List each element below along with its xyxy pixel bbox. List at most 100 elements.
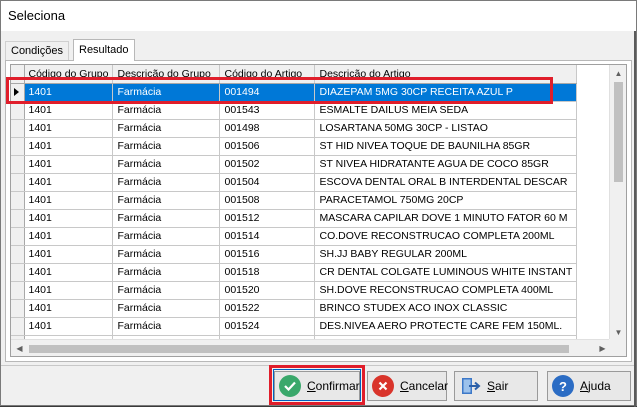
row-indicator[interactable] <box>11 317 25 336</box>
row-indicator[interactable] <box>11 191 25 210</box>
row-indicator[interactable] <box>11 119 25 138</box>
cell-descricao-artigo[interactable]: PARACETAMOL 750MG 20CP <box>314 191 578 210</box>
cell-codigo-grupo[interactable]: 1401 <box>24 317 114 336</box>
row-indicator[interactable] <box>11 281 25 300</box>
cell-codigo-grupo[interactable]: 1401 <box>24 263 114 282</box>
scroll-left-icon[interactable]: ◀ <box>11 340 28 356</box>
cancel-button[interactable]: Cancelar <box>367 371 448 401</box>
cell-codigo-artigo[interactable]: 001516 <box>219 245 316 264</box>
cell-descricao-artigo[interactable]: DIAZEPAM 5MG 30CP RECEITA AZUL P <box>314 83 578 102</box>
cell-codigo-grupo[interactable]: 1401 <box>24 209 114 228</box>
horizontal-scrollbar[interactable]: ◀ ▶ <box>11 339 611 356</box>
cell-codigo-artigo[interactable]: 001518 <box>219 263 316 282</box>
cell-descricao-artigo[interactable]: ST HID NIVEA TOQUE DE BAUNILHA 85GR <box>314 137 578 156</box>
cell-descricao-grupo[interactable]: Farmácia <box>112 281 221 300</box>
table-row[interactable]: 1401 Farmácia 001508 PARACETAMOL 750MG 20CP <box>11 191 578 210</box>
cell-codigo-artigo[interactable]: 001498 <box>219 119 316 138</box>
cell-descricao-grupo[interactable]: Farmácia <box>112 101 221 120</box>
column-header-descricao-grupo[interactable]: Descrição do Grupo <box>112 65 221 84</box>
horizontal-scroll-thumb[interactable] <box>29 345 569 353</box>
table-row[interactable]: 1401 Farmácia 001506 ST HID NIVEA TOQUE DE … <box>11 137 578 156</box>
cell-codigo-artigo[interactable]: 001506 <box>219 137 316 156</box>
cell-codigo-artigo[interactable]: 001522 <box>219 299 316 318</box>
cell-descricao-grupo[interactable]: Farmácia <box>112 209 221 228</box>
cell-codigo-grupo[interactable]: 1401 <box>24 83 114 102</box>
cell-codigo-grupo[interactable]: 1401 <box>24 191 114 210</box>
cell-codigo-grupo[interactable]: 1401 <box>24 281 114 300</box>
cell-codigo-artigo[interactable]: 001514 <box>219 227 316 246</box>
cell-descricao-grupo[interactable]: Farmácia <box>112 119 221 138</box>
cell-descricao-artigo[interactable]: CR DENTAL COLGATE LUMINOUS WHITE INSTANT <box>314 263 578 282</box>
cell-descricao-artigo[interactable]: SH.JJ BABY REGULAR 200ML <box>314 245 578 264</box>
tab-condicoes[interactable]: Condições <box>5 41 69 60</box>
cell-codigo-grupo[interactable]: 1401 <box>24 227 114 246</box>
cell-descricao-artigo[interactable]: ESMALTE DAILUS MEIA SEDA <box>314 101 578 120</box>
cell-codigo-grupo[interactable]: 1401 <box>24 245 114 264</box>
title-bar[interactable]: Seleciona <box>1 1 636 31</box>
column-header-codigo-artigo[interactable]: Código do Artigo <box>219 65 316 84</box>
table-row[interactable]: 1401 Farmácia 001520 SH.DOVE RECONSTRUCAO C… <box>11 281 578 300</box>
cell-codigo-artigo[interactable]: 001502 <box>219 155 316 174</box>
cell-codigo-artigo[interactable]: 001543 <box>219 101 316 120</box>
scroll-up-icon[interactable]: ▲ <box>610 65 626 82</box>
cell-descricao-grupo[interactable]: Farmácia <box>112 137 221 156</box>
cell-descricao-grupo[interactable]: Farmácia <box>112 245 221 264</box>
cell-descricao-grupo[interactable]: Farmácia <box>112 317 221 336</box>
row-indicator[interactable] <box>11 227 25 246</box>
table-row[interactable]: 1401 Farmácia 001522 BRINCO STUDEX ACO INOX… <box>11 299 578 318</box>
table-row[interactable]: 1401 Farmácia 001518 CR DENTAL COLGATE LUMI… <box>11 263 578 282</box>
row-indicator[interactable] <box>11 101 25 120</box>
row-indicator[interactable] <box>11 299 25 318</box>
cell-codigo-artigo[interactable]: 001494 <box>219 83 316 102</box>
column-header-codigo-grupo[interactable]: Código do Grupo <box>24 65 114 84</box>
table-row[interactable]: 1401 Farmácia 001543 ESMALTE DAILUS MEIA SE… <box>11 101 578 120</box>
cell-descricao-grupo[interactable]: Farmácia <box>112 263 221 282</box>
cell-codigo-grupo[interactable]: 1401 <box>24 137 114 156</box>
cell-codigo-artigo[interactable]: 001512 <box>219 209 316 228</box>
table-row[interactable]: 1401 Farmácia 001498 LOSARTANA 50MG 30CP - … <box>11 119 578 138</box>
cell-codigo-grupo[interactable]: 1401 <box>24 119 114 138</box>
cell-descricao-artigo[interactable]: BRINCO STUDEX ACO INOX CLASSIC <box>314 299 578 318</box>
vertical-scrollbar[interactable]: ▲ ▼ <box>609 65 626 341</box>
row-indicator[interactable] <box>11 137 25 156</box>
cell-descricao-artigo[interactable]: CO.DOVE RECONSTRUCAO COMPLETA 200ML <box>314 227 578 246</box>
cell-descricao-artigo[interactable]: DES.NIVEA AERO PROTECTE CARE FEM 150ML. <box>314 317 578 336</box>
cell-descricao-grupo[interactable]: Farmácia <box>112 299 221 318</box>
row-indicator[interactable] <box>11 173 25 192</box>
cell-descricao-grupo[interactable]: Farmácia <box>112 227 221 246</box>
table-row[interactable]: 1401 Farmácia 001502 ST NIVEA HIDRATANTE AG… <box>11 155 578 174</box>
cell-codigo-grupo[interactable]: 1401 <box>24 155 114 174</box>
cell-descricao-artigo[interactable]: ESCOVA DENTAL ORAL B INTERDENTAL DESCAR <box>314 173 578 192</box>
cell-codigo-artigo[interactable]: 001508 <box>219 191 316 210</box>
cell-descricao-artigo[interactable]: ST NIVEA HIDRATANTE AGUA DE COCO 85GR <box>314 155 578 174</box>
cell-codigo-artigo[interactable]: 001504 <box>219 173 316 192</box>
exit-button[interactable]: Sair <box>454 371 538 401</box>
row-indicator[interactable] <box>11 83 25 102</box>
table-row[interactable]: 1401 Farmácia 001512 MASCARA CAPILAR DOVE 1… <box>11 209 578 228</box>
cell-descricao-artigo[interactable]: MASCARA CAPILAR DOVE 1 MINUTO FATOR 60 M <box>314 209 578 228</box>
cell-descricao-grupo[interactable]: Farmácia <box>112 155 221 174</box>
row-indicator[interactable] <box>11 209 25 228</box>
cell-codigo-grupo[interactable]: 1401 <box>24 299 114 318</box>
cell-descricao-grupo[interactable]: Farmácia <box>112 191 221 210</box>
table-row[interactable]: 1401 Farmácia 001514 CO.DOVE RECONSTRUCAO C… <box>11 227 578 246</box>
row-indicator[interactable] <box>11 245 25 264</box>
column-header-descricao-artigo[interactable]: Descrição do Artigo <box>314 65 578 84</box>
tab-resultado[interactable]: Resultado <box>73 39 135 61</box>
cell-descricao-artigo[interactable]: LOSARTANA 50MG 30CP - LISTAO <box>314 119 578 138</box>
cell-descricao-artigo[interactable]: SH.DOVE RECONSTRUCAO COMPLETA 400ML <box>314 281 578 300</box>
cell-descricao-grupo[interactable]: Farmácia <box>112 83 221 102</box>
table-row[interactable]: 1401 Farmácia 001516 SH.JJ BABY REGULAR 200… <box>11 245 578 264</box>
table-row[interactable]: 1401 Farmácia 001494 DIAZEPAM 5MG 30CP RECE… <box>11 83 578 102</box>
row-indicator[interactable] <box>11 155 25 174</box>
vertical-scroll-thumb[interactable] <box>614 82 623 182</box>
table-row[interactable]: 1401 Farmácia 001504 ESCOVA DENTAL ORAL B I… <box>11 173 578 192</box>
cell-codigo-artigo[interactable]: 001524 <box>219 317 316 336</box>
cell-descricao-grupo[interactable]: Farmácia <box>112 173 221 192</box>
cell-codigo-artigo[interactable]: 001520 <box>219 281 316 300</box>
confirm-button[interactable]: Confirmar <box>274 371 360 401</box>
cell-codigo-grupo[interactable]: 1401 <box>24 101 114 120</box>
help-button[interactable]: ? Ajuda <box>547 371 631 401</box>
table-row[interactable]: 1401 Farmácia 001524 DES.NIVEA AERO PROTECT… <box>11 317 578 336</box>
cell-codigo-grupo[interactable]: 1401 <box>24 173 114 192</box>
